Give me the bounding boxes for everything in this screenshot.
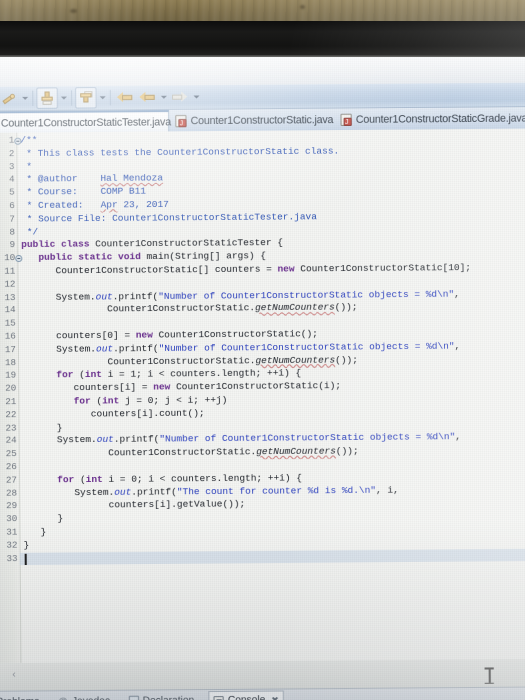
console-icon [213, 695, 224, 700]
panel-tab-declaration[interactable]: Declaration [124, 691, 198, 700]
code-text-area[interactable]: 1/** 2 * This class tests the Counter1Con… [0, 129, 525, 664]
code-line[interactable]: 33 [0, 548, 525, 565]
line-number: 1 [8, 135, 15, 146]
javadoc-icon: @ [58, 696, 68, 700]
back-button[interactable] [114, 87, 136, 109]
editor-tab-static[interactable]: Counter1ConstructorStatic.java [169, 109, 334, 132]
line-number: 29 [6, 501, 18, 512]
code-line-text: } [22, 421, 63, 434]
line-number: 12 [4, 279, 16, 290]
panel-tab-console[interactable]: Console ✖ [208, 690, 284, 700]
save-button[interactable] [36, 87, 58, 109]
line-number: 5 [9, 187, 15, 199]
line-number: 10 [4, 253, 16, 264]
code-editor[interactable]: 1/** 2 * This class tests the Counter1Con… [0, 128, 525, 683]
line-number: 30 [6, 514, 18, 525]
close-icon[interactable]: ✖ [271, 696, 279, 700]
monitor-photograph: Counter1ConstructorStaticTester.java ✖ C… [0, 0, 525, 700]
line-number: 25 [5, 448, 17, 460]
line-number: 6 [9, 200, 15, 212]
code-line-text: * @author Hal Mendoza [20, 172, 164, 185]
next-arrow-icon [172, 90, 188, 103]
new-item-icon [1, 91, 15, 105]
line-number: 33 [6, 553, 18, 564]
line-number: 18 [4, 357, 17, 368]
declaration-icon [128, 695, 139, 700]
java-file-icon [340, 113, 352, 126]
bottom-panel-gap [0, 658, 525, 691]
panel-tab-label: Console [228, 695, 266, 700]
text-cursor-pointer [485, 667, 494, 683]
panel-tab-javadoc[interactable]: @ Javadoc [54, 692, 115, 700]
line-number: 11 [4, 266, 16, 277]
panel-tab-label: Javadoc [72, 695, 110, 700]
new-wizard-button[interactable] [0, 88, 19, 110]
line-number: 16 [4, 331, 16, 342]
panel-tab-label: Declaration [143, 695, 195, 700]
back-arrow-icon [116, 91, 133, 104]
line-number: 26 [5, 462, 17, 473]
toolbar-separator [71, 90, 73, 106]
line-number: 20 [5, 383, 17, 394]
wood-grain [0, 0, 525, 22]
java-file-icon [175, 114, 187, 127]
save-dropdown[interactable] [59, 89, 68, 107]
code-line-text: * Course: COMP B11 [20, 185, 147, 199]
code-line-text: } [23, 512, 64, 525]
editor-tab-label: Counter1ConstructorStaticGrade.java [355, 111, 525, 126]
line-number: 8 [9, 227, 16, 238]
code-line-text: } [23, 526, 47, 538]
line-number: 22 [5, 409, 17, 421]
monitor-screen: Counter1ConstructorStaticTester.java ✖ C… [0, 57, 525, 700]
wood-knot [300, 5, 305, 9]
forward-arrow-icon [139, 91, 155, 104]
line-number: 14 [4, 305, 16, 316]
next-annotation-dropdown[interactable] [191, 88, 200, 106]
line-number: 15 [4, 318, 16, 329]
wood-knot [70, 9, 77, 13]
toolbar-separator [109, 90, 111, 106]
desk-surface [0, 0, 525, 22]
collapse-icon[interactable]: ‹ [12, 669, 15, 680]
export-icon [79, 90, 93, 105]
line-number: 7 [9, 213, 15, 225]
line-number: 27 [5, 475, 17, 486]
code-line-text: /** [20, 134, 38, 146]
new-wizard-dropdown[interactable] [20, 89, 29, 107]
line-number: 32 [6, 540, 18, 551]
editor-tab-grade[interactable]: Counter1ConstructorStaticGrade.java [334, 107, 525, 130]
code-line-text: * Created: Apr 23, 2017 [20, 198, 169, 212]
export-dropdown[interactable] [98, 89, 107, 107]
save-icon [40, 91, 54, 105]
line-number: 2 [8, 148, 15, 159]
code-line-text: */ [21, 225, 39, 238]
toolbar-separator [32, 90, 34, 106]
editor-tab-tester[interactable]: Counter1ConstructorStaticTester.java ✖ [0, 109, 186, 133]
export-button[interactable] [75, 87, 97, 109]
line-number: 4 [9, 174, 15, 186]
line-number: 21 [5, 396, 17, 408]
line-number: 23 [5, 422, 17, 434]
line-number: 24 [5, 435, 17, 447]
editor-tab-label: Counter1ConstructorStatic.java [190, 113, 334, 127]
monitor-bezel [0, 21, 525, 57]
forward-button[interactable] [136, 87, 158, 109]
editor-tab-label: Counter1ConstructorStaticTester.java [0, 115, 171, 130]
line-number: 13 [4, 292, 16, 303]
line-number: 3 [8, 161, 15, 173]
line-number: 9 [9, 240, 16, 251]
code-line-text: } [23, 539, 30, 551]
line-number: 17 [4, 344, 16, 355]
line-number: 28 [5, 488, 18, 499]
panel-tab-problems[interactable]: Problems [0, 692, 43, 700]
panel-tab-label: Problems [0, 696, 39, 700]
line-number: 31 [6, 527, 18, 538]
next-annotation-button[interactable] [169, 86, 191, 108]
line-number: 19 [5, 370, 17, 381]
forward-dropdown[interactable] [159, 88, 168, 106]
code-line-text: * [20, 160, 33, 172]
